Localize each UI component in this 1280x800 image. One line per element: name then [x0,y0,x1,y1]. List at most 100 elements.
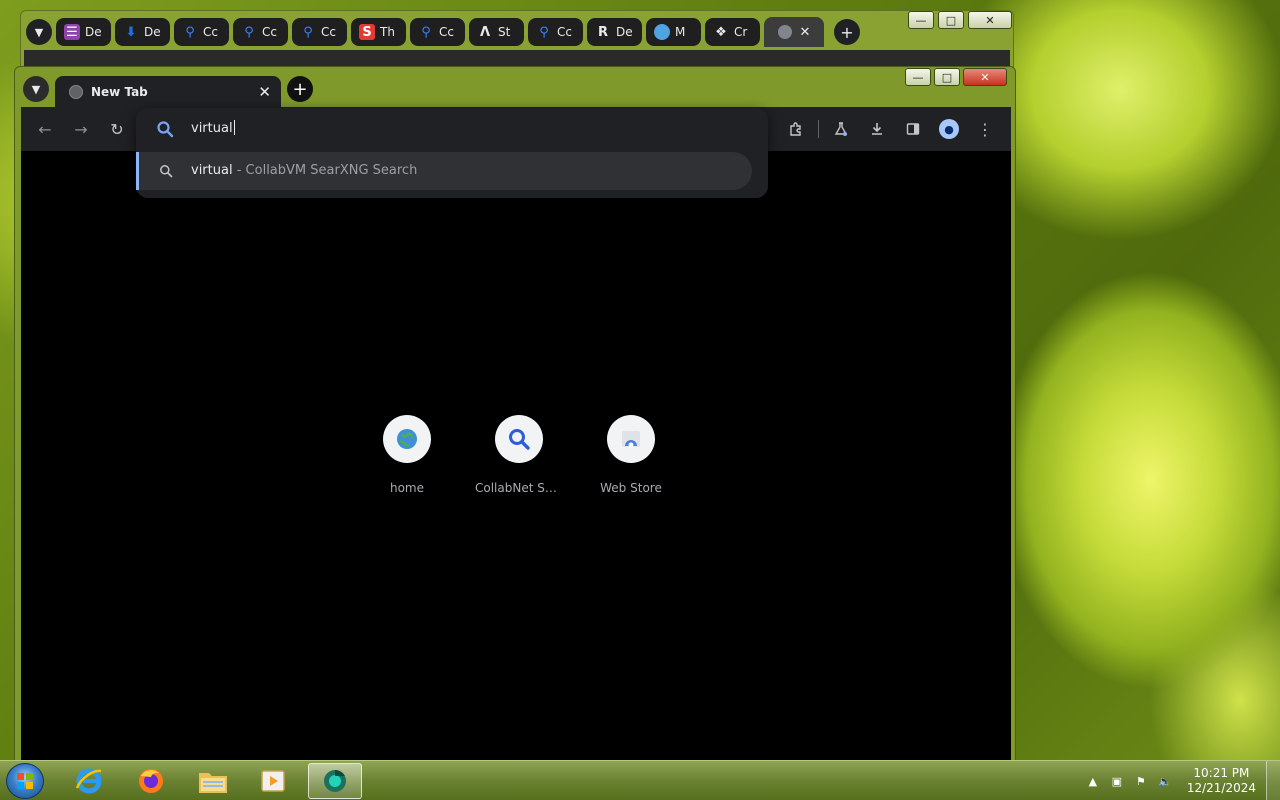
close-window-button[interactable]: ✕ [963,68,1007,86]
show-hidden-icons-icon[interactable]: ▲ [1085,773,1101,789]
background-tab[interactable]: Λ St [469,18,524,46]
minimize-button[interactable]: — [908,11,934,29]
taskbar-file-explorer[interactable] [186,763,240,799]
background-tab[interactable]: ⚲ Cc [528,18,583,46]
close-tab-icon[interactable]: ✕ [258,83,271,101]
background-tab[interactable]: ⬇ De [115,18,170,46]
app-icon: ☰ [64,24,80,40]
tabstrip: ▼ New Tab ✕ + [23,73,313,108]
search-icon [157,121,174,138]
web-store-icon [622,431,640,448]
tab-new-tab[interactable]: New Tab ✕ [55,76,281,108]
taskbar-internet-explorer[interactable] [62,763,116,799]
r-logo-icon: R [597,24,608,40]
background-tab[interactable]: ☰ De [56,18,111,46]
media-player-icon [261,770,285,792]
new-tab-button[interactable]: + [287,76,313,102]
clock-time: 10:21 PM [1193,766,1250,780]
toolbar-actions: ● ⋮ [780,113,1001,145]
maximize-button[interactable]: □ [934,68,960,86]
firefox-icon [139,769,163,793]
shortcut-icon-wrapper [495,415,543,463]
forward-button[interactable]: → [65,113,97,145]
window-controls: — □ ✕ [905,68,1007,86]
shortcut-tiles: home CollabNet Se... Web Store [363,415,675,495]
s-logo-icon: S [359,24,375,40]
omnibox-suggestion[interactable]: virtual - CollabVM SearXNG Search [136,152,752,190]
avatar: ● [939,119,959,139]
taskbar-firefox[interactable] [124,763,178,799]
close-window-button[interactable]: ✕ [968,11,1012,29]
background-active-tab[interactable]: ✕ [764,17,824,47]
background-tab[interactable]: ⚲ Cc [174,18,229,46]
background-tab[interactable]: S Th [351,18,406,46]
reload-button[interactable]: ↻ [101,113,133,145]
start-button[interactable] [6,763,44,799]
system-tray: ▲ ▣ ⚑ 🔈 10:21 PM 12/21/2024 [1085,761,1256,800]
clock[interactable]: 10:21 PM 12/21/2024 [1187,766,1256,796]
shortcut-label: home [389,481,425,495]
suggestion-text: virtual - CollabVM SearXNG Search [191,163,417,178]
taskbar-browser-active[interactable] [308,763,362,799]
taskbar: ▲ ▣ ⚑ 🔈 10:21 PM 12/21/2024 [0,760,1280,800]
close-icon[interactable]: ✕ [800,25,811,40]
background-tab[interactable]: ❖ Cr [705,18,760,46]
omnibox-text[interactable]: virtual [191,120,235,136]
puzzle-icon: ❖ [715,24,727,40]
background-tab[interactable]: ⚲ Cc [410,18,465,46]
action-center-flag-icon[interactable]: ⚑ [1133,773,1149,789]
search-icon: ⚲ [421,24,431,40]
internet-explorer-icon [75,768,102,794]
omnibox-input[interactable]: virtual [136,108,768,150]
background-tab[interactable]: ⚲ Cc [233,18,288,46]
shortcut-label: CollabNet Se... [475,481,563,495]
side-panel-icon[interactable] [897,113,929,145]
globe-icon [397,429,417,449]
profile-avatar-icon[interactable]: ● [933,113,965,145]
windows-logo-icon [17,773,33,789]
background-tab[interactable]: ⚲ Cc [292,18,347,46]
background-tabstrip: ▼ ☰ De ⬇ De ⚲ Cc ⚲ Cc ⚲ Cc S Th ⚲ Cc Λ S… [26,16,860,48]
tab-search-dropdown[interactable]: ▼ [23,76,49,102]
menu-kebab-icon[interactable]: ⋮ [969,113,1001,145]
globe-icon [69,85,83,99]
globe-icon [654,24,670,40]
background-tab[interactable]: R De [587,18,642,46]
extensions-icon[interactable] [780,113,812,145]
back-button[interactable]: ← [29,113,61,145]
background-new-tab-button[interactable]: + [834,19,860,45]
toolbar-separator [818,120,819,138]
minimize-button[interactable]: — [905,68,931,86]
search-icon: ⚲ [244,24,254,40]
background-window-controls: — □ ✕ [908,11,1012,29]
show-desktop-button[interactable] [1266,761,1280,800]
search-icon: ⚲ [539,24,549,40]
clock-date: 12/21/2024 [1186,781,1256,795]
maximize-button[interactable]: □ [938,11,964,29]
suggestion-engine: CollabVM SearXNG Search [245,163,418,178]
shortcut-home[interactable]: home [363,415,451,495]
shortcut-web-store[interactable]: Web Store [587,415,675,495]
search-icon [509,429,530,450]
search-icon: ⚲ [185,24,195,40]
tab-title: New Tab [91,85,148,99]
text-caret [233,120,235,135]
suggestion-term: virtual [191,163,233,178]
download-icon: ⬇ [125,24,137,40]
shortcut-icon-wrapper [607,415,655,463]
downloads-icon[interactable] [861,113,893,145]
folder-icon [199,773,227,793]
omnibox-dropdown: virtual virtual - CollabVM SearXNG Searc… [136,108,768,198]
network-icon[interactable]: ▣ [1109,773,1125,789]
search-icon [160,165,173,178]
labs-flask-icon[interactable] [825,113,857,145]
tab-search-dropdown[interactable]: ▼ [26,19,52,45]
browser-app-icon [324,769,346,792]
search-icon: ⚲ [303,24,313,40]
taskbar-media-player[interactable] [246,763,300,799]
shortcut-icon-wrapper [383,415,431,463]
volume-muted-icon[interactable]: 🔈 [1157,773,1173,789]
background-tab[interactable]: M [646,18,701,46]
shortcut-collabnet-search[interactable]: CollabNet Se... [475,415,563,495]
background-toolbar [24,50,1010,66]
